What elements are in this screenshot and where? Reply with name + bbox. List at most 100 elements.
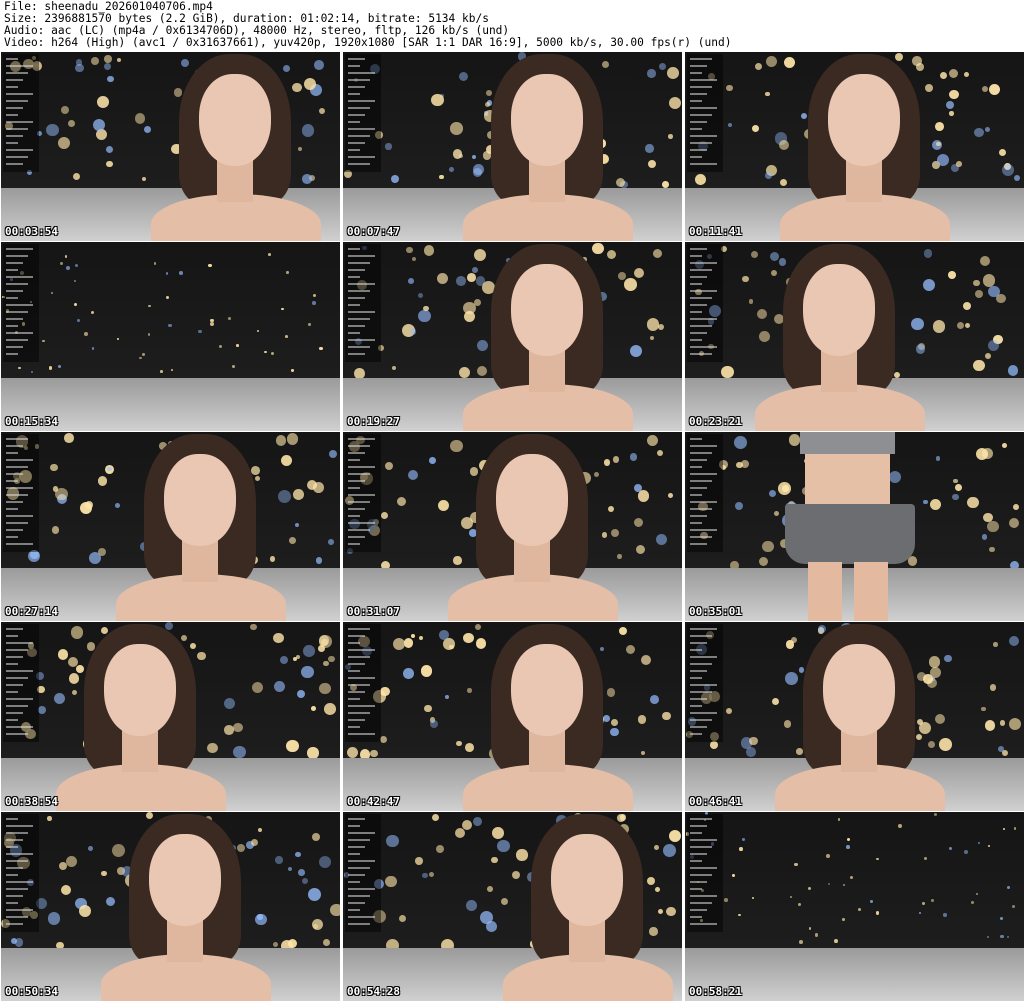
thumbnail-timestamp: 00:11:41 (689, 225, 742, 238)
bokeh-light (403, 668, 415, 679)
bokeh-light (250, 623, 257, 631)
bokeh-light (993, 642, 998, 647)
bokeh-light (141, 353, 145, 357)
bokeh-light (982, 85, 989, 92)
bokeh-light (444, 694, 450, 699)
bokeh-light (807, 886, 811, 890)
bokeh-light (198, 329, 202, 334)
bokeh-light (307, 887, 321, 901)
bokeh-light (386, 834, 399, 848)
bokeh-light (430, 93, 444, 107)
bokeh-light (385, 143, 392, 150)
video-thumbnail: 00:50:34 (1, 812, 340, 1001)
video-thumbnail: 00:58:21 (685, 812, 1024, 1001)
bokeh-light (312, 832, 321, 841)
bokeh-light (725, 707, 732, 714)
bokeh-light (480, 910, 494, 924)
video-thumbnail: 00:11:41 (685, 52, 1024, 241)
bokeh-light (63, 433, 74, 443)
bokeh-light (418, 309, 431, 322)
bokeh-light (709, 741, 718, 749)
bokeh-light (465, 899, 477, 911)
person-figure (56, 622, 226, 811)
bokeh-light (734, 436, 747, 449)
bokeh-light (898, 823, 903, 828)
bokeh-light (42, 339, 45, 342)
video-thumbnail: 00:15:34 (1, 242, 340, 431)
bokeh-light (988, 83, 1000, 95)
bokeh-light (273, 633, 284, 644)
bokeh-light (410, 328, 417, 335)
thumbnail-timestamp: 00:19:27 (347, 415, 400, 428)
bokeh-light (407, 277, 414, 284)
bokeh-light (153, 261, 157, 265)
person-figure (463, 622, 633, 811)
bokeh-light (935, 456, 941, 461)
bokeh-light (472, 816, 482, 826)
thumbnail-timestamp: 00:27:14 (5, 605, 58, 618)
bokeh-light (439, 174, 444, 179)
bokeh-light (319, 682, 331, 695)
bokeh-light (491, 827, 504, 840)
stream-overlay-panel (3, 54, 39, 172)
bokeh-light (983, 512, 993, 523)
bokeh-light (825, 853, 830, 858)
thumbnail-timestamp: 00:50:34 (5, 985, 58, 998)
bokeh-light (328, 538, 334, 545)
bokeh-light (422, 872, 428, 879)
bokeh-light (330, 904, 340, 917)
bokeh-light (975, 447, 988, 460)
bokeh-light (956, 161, 962, 167)
bokeh-light (264, 350, 267, 354)
bokeh-light (97, 476, 108, 486)
bokeh-light (486, 885, 493, 892)
bokeh-light (988, 285, 1000, 298)
bokeh-light (435, 844, 444, 854)
bokeh-light (287, 866, 292, 871)
bokeh-light (406, 246, 413, 254)
bokeh-light (1011, 904, 1015, 909)
bokeh-light (949, 89, 959, 100)
person-figure (463, 52, 633, 241)
bokeh-light (737, 913, 741, 917)
thumbnail-grid: 00:03:54 00:07:47 00:11:41 00:15:34 00:19:27… (1, 52, 1024, 1002)
bokeh-light (846, 837, 850, 841)
bokeh-light (233, 746, 246, 759)
video-thumbnail: 00:38:54 (1, 622, 340, 811)
stream-overlay-panel (687, 434, 723, 552)
bokeh-light (289, 536, 296, 544)
stream-overlay-panel (3, 434, 39, 552)
bokeh-light (308, 323, 311, 326)
stream-overlay-panel (687, 624, 723, 742)
bokeh-light (662, 711, 671, 721)
stream-overlay-panel (345, 244, 381, 362)
bokeh-light (989, 684, 997, 691)
bokeh-light (72, 173, 80, 181)
person-figure (503, 812, 673, 1001)
bokeh-light (645, 144, 654, 153)
bokeh-light (970, 900, 974, 904)
bokeh-light (46, 123, 59, 137)
bokeh-light (168, 323, 172, 327)
bokeh-light (218, 344, 223, 348)
bokeh-light (105, 146, 113, 154)
thumbnail-timestamp: 00:54:28 (347, 985, 400, 998)
bokeh-light (91, 347, 95, 350)
bokeh-light (307, 747, 319, 759)
bokeh-light (286, 433, 298, 445)
bokeh-light (963, 850, 968, 854)
bokeh-light (842, 918, 845, 921)
bokeh-light (1008, 717, 1021, 730)
bokeh-light (443, 638, 455, 651)
bokeh-light (159, 370, 163, 373)
person-figure (151, 52, 321, 241)
video-info-line: Video: h264 (High) (avc1 / 0x31637661), … (4, 36, 732, 49)
stream-overlay-panel (3, 244, 39, 362)
bokeh-light (286, 739, 299, 753)
video-thumbnail: 00:46:41 (685, 622, 1024, 811)
video-info-header: File: sheenadu_202601040706.mp4 Size: 23… (0, 0, 1024, 52)
bokeh-light (450, 122, 463, 135)
bokeh-light (106, 161, 113, 168)
bokeh-light (370, 749, 378, 758)
thumbnail-timestamp: 00:23:21 (689, 415, 742, 428)
